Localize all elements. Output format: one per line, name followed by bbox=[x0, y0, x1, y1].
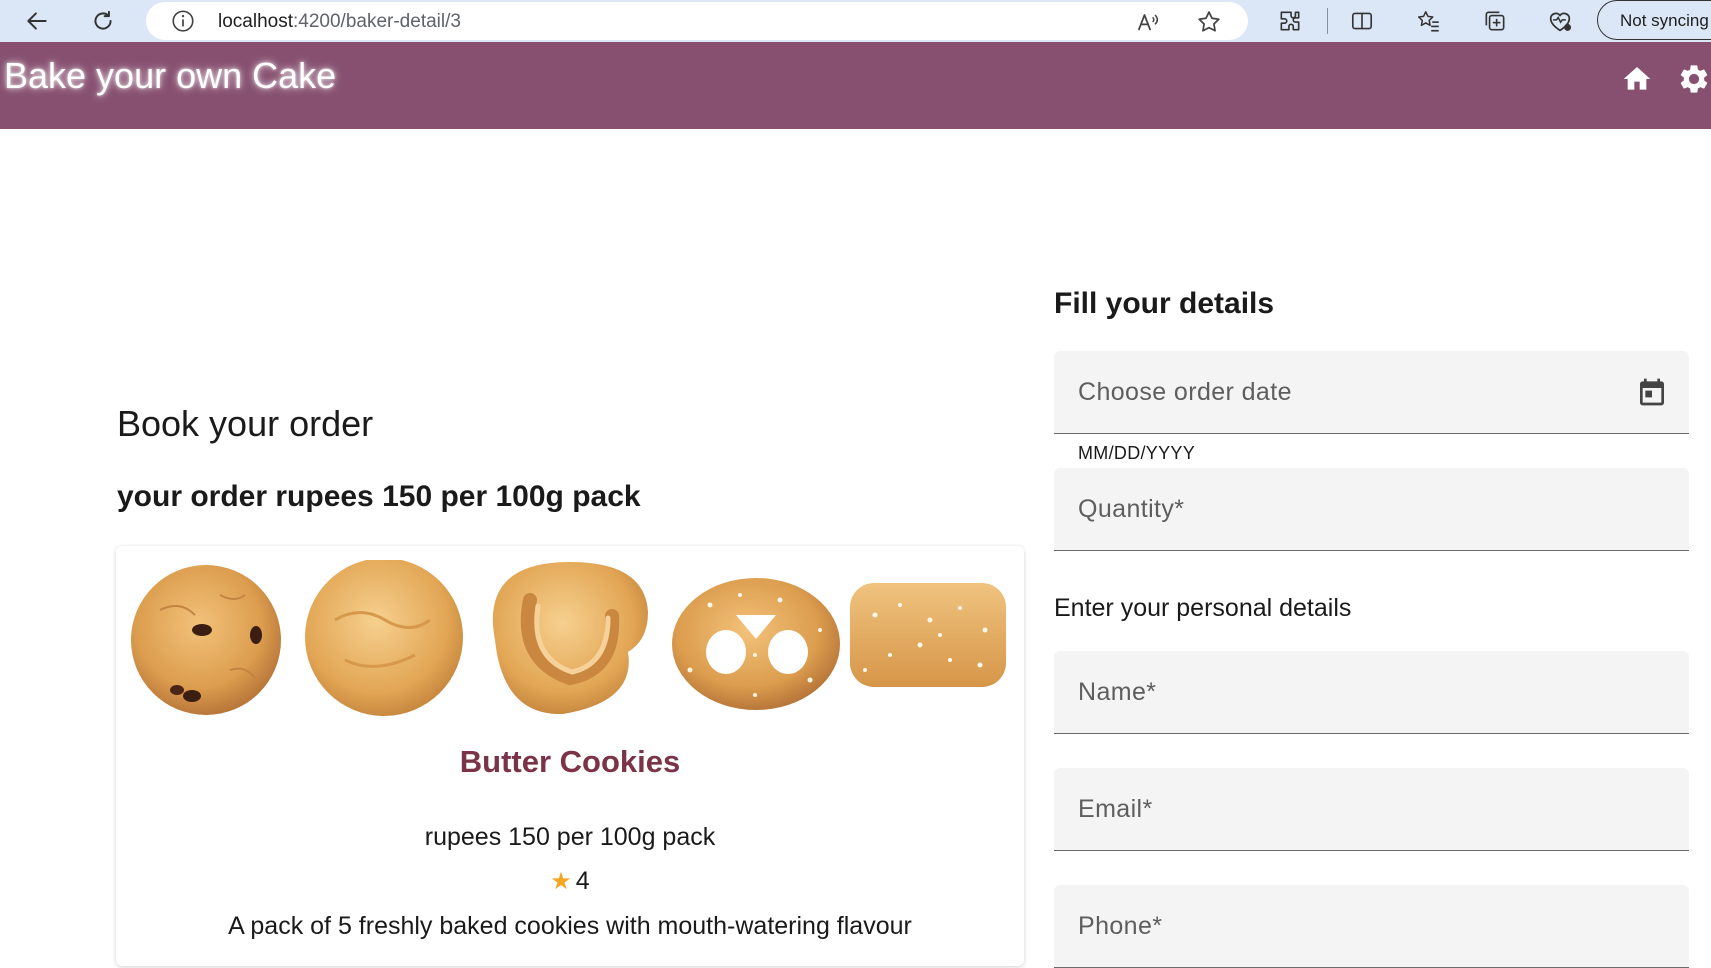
email-input[interactable] bbox=[1054, 768, 1689, 850]
settings-gear-icon[interactable] bbox=[1677, 62, 1711, 96]
name-input[interactable] bbox=[1054, 651, 1689, 733]
url-host: localhost bbox=[218, 11, 293, 32]
app-title: Bake your own Cake bbox=[4, 55, 337, 96]
cookie-swirl-image bbox=[492, 562, 648, 715]
phone-field[interactable] bbox=[1054, 885, 1689, 968]
personal-details-heading: Enter your personal details bbox=[1054, 594, 1352, 622]
name-field[interactable] bbox=[1054, 651, 1689, 734]
order-date-input[interactable] bbox=[1054, 351, 1689, 433]
cookie-square-image bbox=[850, 583, 1006, 687]
cookie-raisin-image bbox=[131, 565, 281, 715]
quantity-input[interactable] bbox=[1054, 468, 1689, 550]
product-image bbox=[131, 560, 1006, 716]
cookie-round-image bbox=[305, 560, 463, 716]
url-path: :4200/baker-detail/3 bbox=[293, 11, 461, 32]
rating-value: 4 bbox=[575, 867, 590, 895]
split-screen-icon[interactable] bbox=[1347, 6, 1377, 36]
calendar-icon[interactable] bbox=[1635, 375, 1669, 409]
phone-input[interactable] bbox=[1054, 885, 1689, 967]
sync-status-button[interactable]: Not syncing bbox=[1597, 0, 1711, 40]
email-field[interactable] bbox=[1054, 768, 1689, 851]
browser-essentials-icon[interactable] bbox=[1545, 6, 1575, 36]
url-text[interactable]: localhost:4200/baker-detail/3 bbox=[218, 11, 461, 33]
collections-icon[interactable] bbox=[1480, 6, 1510, 36]
home-icon[interactable] bbox=[1620, 62, 1654, 96]
back-arrow-icon[interactable] bbox=[22, 6, 52, 36]
order-date-field[interactable] bbox=[1054, 351, 1689, 434]
form-heading: Fill your details bbox=[1054, 287, 1275, 320]
book-order-heading: Book your order bbox=[117, 403, 374, 444]
cookie-pretzel-image bbox=[672, 578, 840, 710]
product-name: Butter Cookies bbox=[459, 744, 681, 779]
product-price: rupees 150 per 100g pack bbox=[424, 823, 716, 851]
quantity-field[interactable] bbox=[1054, 468, 1689, 551]
product-description: A pack of 5 freshly baked cookies with m… bbox=[228, 912, 912, 940]
address-bar[interactable]: localhost:4200/baker-detail/3 bbox=[146, 2, 1248, 40]
favorites-icon[interactable] bbox=[1414, 6, 1444, 36]
toolbar-divider bbox=[1327, 8, 1328, 34]
rating-star-icon: ★ bbox=[550, 868, 572, 895]
favorite-star-icon[interactable] bbox=[1195, 8, 1223, 36]
refresh-icon[interactable] bbox=[88, 6, 118, 36]
browser-toolbar: localhost:4200/baker-detail/3 Not syncin… bbox=[0, 0, 1711, 42]
product-rating: ★ 4 bbox=[116, 867, 1024, 896]
info-icon[interactable] bbox=[170, 8, 196, 34]
app-toolbar: Bake your own Cake bbox=[0, 42, 1711, 129]
read-aloud-icon[interactable] bbox=[1134, 8, 1162, 36]
order-price-subheading: your order rupees 150 per 100g pack bbox=[117, 480, 641, 513]
date-format-hint: MM/DD/YYYY bbox=[1078, 443, 1196, 463]
extensions-icon[interactable] bbox=[1275, 6, 1305, 36]
product-card: Butter Cookies rupees 150 per 100g pack … bbox=[116, 546, 1024, 966]
